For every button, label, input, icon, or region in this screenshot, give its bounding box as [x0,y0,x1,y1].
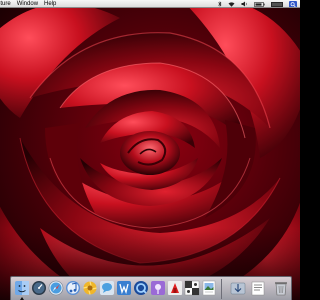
podcast-capture-icon[interactable] [150,280,166,296]
volume-icon[interactable] [241,1,248,7]
finder-icon[interactable] [14,280,30,296]
airport-icon[interactable] [228,1,235,7]
garageband-icon[interactable] [167,280,183,296]
dock [10,276,292,300]
clock-icon[interactable] [271,1,283,7]
spotlight-icon[interactable] [289,0,297,8]
dashboard-icon[interactable] [31,280,47,296]
safari-icon[interactable] [48,280,64,296]
bluetooth-icon[interactable] [218,1,222,7]
dock-separator [221,279,222,299]
menu-capture[interactable]: pture [0,0,15,7]
ichat-icon[interactable] [99,280,115,296]
documents-stack-icon[interactable] [250,280,266,296]
battery-icon[interactable] [254,1,265,7]
chess-icon[interactable] [184,280,200,296]
downloads-stack-icon[interactable] [230,280,246,296]
iphoto-icon[interactable] [82,280,98,296]
menu-bar-items: pture Window Help [0,0,60,7]
itunes-icon[interactable] [65,280,81,296]
menu-window[interactable]: Window [15,0,42,7]
iweb-icon[interactable] [116,280,132,296]
menu-extras [215,0,300,8]
quicktime-icon[interactable] [133,280,149,296]
menu-bar: pture Window Help [0,0,300,8]
menu-help[interactable]: Help [42,0,60,7]
trash-icon[interactable] [273,280,289,296]
rose-wallpaper [0,8,300,300]
preview-icon[interactable] [201,280,217,296]
desktop [0,8,300,300]
